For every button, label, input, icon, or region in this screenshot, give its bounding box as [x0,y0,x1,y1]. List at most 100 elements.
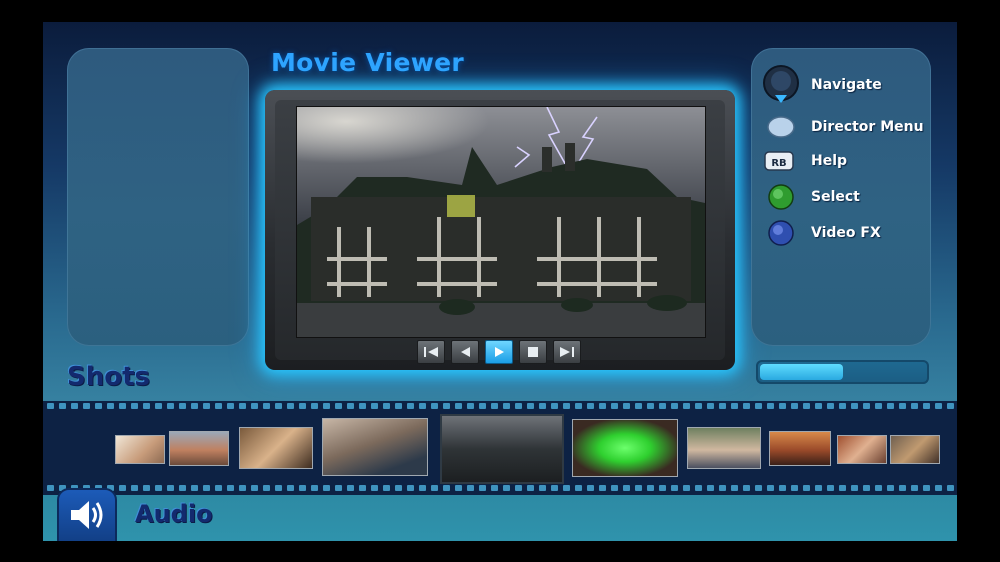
film-perforation [227,403,234,409]
film-perforation [155,485,162,491]
film-perforation [563,485,570,491]
film-perforation [383,403,390,409]
film-perforation [623,485,630,491]
film-perforation [779,403,786,409]
shots-filmstrip [43,401,957,495]
film-perforation [371,485,378,491]
shot-thumbnail-3[interactable] [239,427,313,469]
film-perforation [371,403,378,409]
legend-director-menu: Director Menu [761,112,924,142]
film-perforation [323,403,330,409]
film-perforation [659,485,666,491]
film-perforation [503,403,510,409]
film-perforation [947,403,954,409]
film-perforation [491,403,498,409]
film-perforation [275,485,282,491]
film-perforation [575,403,582,409]
shot-thumbnail-6[interactable] [572,419,678,477]
step-back-button[interactable] [451,340,479,364]
film-perforation [227,485,234,491]
film-perforation [875,485,882,491]
film-perforation [179,403,186,409]
film-perforation [551,403,558,409]
movie-viewer-frame [265,90,735,370]
film-perforation [347,485,354,491]
film-perforation [719,403,726,409]
film-perforation [791,485,798,491]
film-perforation [47,485,54,491]
film-perforation [779,485,786,491]
film-perforation [587,403,594,409]
film-perforation [767,485,774,491]
back-button-icon [767,116,795,138]
shot-thumbnail-4[interactable] [322,418,428,476]
film-perforation [935,403,942,409]
film-perforation [395,485,402,491]
film-perforation [563,403,570,409]
shot-thumbnail-10[interactable] [890,435,940,464]
progress-fill [760,364,843,380]
film-perforation [623,403,630,409]
film-perforation [431,403,438,409]
film-perforation [431,485,438,491]
shot-thumbnail-5-selected[interactable] [440,414,564,484]
film-perforation [359,485,366,491]
film-perforation [143,403,150,409]
audio-tab[interactable] [57,488,117,541]
film-perforation [443,403,450,409]
film-perforation [419,485,426,491]
film-perforation [323,485,330,491]
video-viewport[interactable] [296,106,706,338]
film-perforation [851,403,858,409]
film-perforation [95,403,102,409]
film-perforation [851,485,858,491]
legend-help: RB Help [761,146,847,176]
legend-video-fx-label: Video FX [811,225,881,241]
play-button[interactable] [485,340,513,364]
shot-thumbnail-7[interactable] [687,427,761,469]
film-perforation [743,403,750,409]
film-perforation [407,403,414,409]
page-title: Movie Viewer [271,48,464,77]
film-perforation [839,485,846,491]
rb-button-icon: RB [764,151,794,171]
shot-thumbnail-9[interactable] [837,435,887,464]
film-perforation [515,485,522,491]
film-perforation [119,403,126,409]
film-perforation [527,403,534,409]
controls-legend-panel: Navigate Director Menu RB Help Select Vi… [751,48,931,346]
playback-progress-bar[interactable] [756,360,929,384]
film-perforation [911,485,918,491]
film-perforation [455,403,462,409]
shots-section-label: Shots [67,362,151,392]
film-perforation [335,485,342,491]
film-perforation [71,403,78,409]
skip-forward-icon [560,347,574,357]
film-perforation [419,403,426,409]
skip-back-button[interactable] [417,340,445,364]
film-perforation [275,403,282,409]
film-perforation [791,403,798,409]
film-perforation [251,485,258,491]
rb-badge-text: RB [771,158,786,169]
film-perforation [239,403,246,409]
shot-thumbnail-2[interactable] [169,431,229,466]
film-perforation [119,485,126,491]
film-perforation [731,403,738,409]
film-perforation [359,403,366,409]
transport-controls [417,340,581,364]
film-perforation [203,485,210,491]
film-perforation [815,403,822,409]
shot-thumbnail-8[interactable] [769,431,831,466]
film-perforation [551,485,558,491]
skip-forward-button[interactable] [553,340,581,364]
stop-button[interactable] [519,340,547,364]
legend-navigate: Navigate [761,65,882,103]
film-perforation [491,485,498,491]
film-perforation [155,403,162,409]
film-perforation [443,485,450,491]
film-perforation [191,485,198,491]
film-perforation [59,403,66,409]
shot-thumbnail-1[interactable] [115,435,165,464]
film-perforation [407,485,414,491]
